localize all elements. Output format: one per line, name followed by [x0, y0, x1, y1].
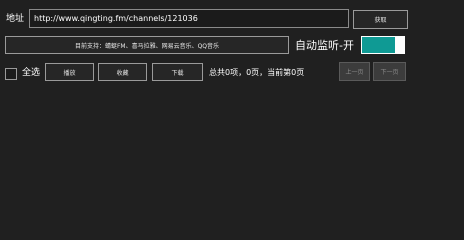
fetch-button[interactable]: 获取	[353, 10, 408, 29]
pagination-summary: 总共0项，0页，当前第0页	[209, 68, 305, 77]
address-label: 地址	[6, 14, 25, 24]
favorite-button[interactable]: 收藏	[98, 63, 147, 81]
url-input[interactable]: http://www.qingting.fm/channels/121036	[29, 9, 349, 28]
auto-monitor-label: 自动监听-开	[295, 39, 354, 52]
select-all-checkbox[interactable]	[5, 68, 17, 80]
auto-monitor-toggle[interactable]	[361, 36, 405, 54]
supported-sources-button[interactable]: 目前支持：蜻蜓FM、喜马拉雅、网易云音乐、QQ音乐	[5, 36, 289, 54]
toggle-fill	[362, 37, 395, 53]
select-all-label: 全选	[22, 68, 41, 78]
prev-page-button[interactable]: 上一页	[339, 62, 370, 81]
download-button[interactable]: 下载	[152, 63, 203, 81]
play-button[interactable]: 播放	[45, 63, 94, 81]
next-page-button[interactable]: 下一页	[373, 62, 406, 81]
